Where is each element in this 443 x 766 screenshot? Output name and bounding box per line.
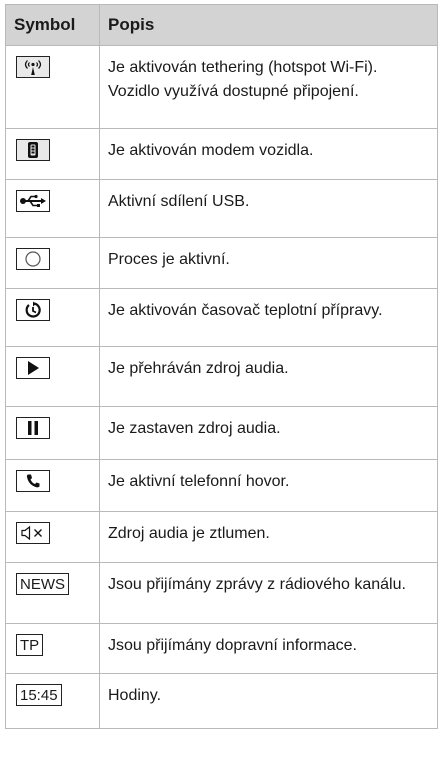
row-description: Je aktivní telefonní hovor.	[99, 459, 438, 512]
row-description: Proces je aktivní.	[99, 237, 438, 289]
pause-icon	[16, 417, 50, 439]
tp-icon: TP	[16, 634, 44, 656]
clock-icon: 15:45	[16, 684, 62, 706]
table-row: 15:45 Hodiny.	[5, 673, 438, 729]
header-symbol: Symbol	[5, 4, 100, 46]
row-description: Je aktivován časovač teplotní přípravy.	[99, 288, 438, 347]
row-description: Je aktivován tethering (hotspot Wi-Fi). …	[99, 45, 438, 129]
table-row: Je přehráván zdroj audia.	[5, 346, 438, 407]
row-description: Aktivní sdílení USB.	[99, 179, 438, 238]
table-row: Zdroj audia je ztlumen.	[5, 511, 438, 563]
table-row: NEWS Jsou přijímány zprávy z rádiového k…	[5, 562, 438, 624]
row-description: Je zastaven zdroj audia.	[99, 406, 438, 460]
table-row: Je aktivován modem vozidla.	[5, 128, 438, 180]
row-description: Je přehráván zdroj audia.	[99, 346, 438, 407]
row-description: Jsou přijímány zprávy z rádiového kanálu…	[99, 562, 438, 624]
mute-icon	[16, 522, 50, 544]
row-description: Hodiny.	[99, 673, 438, 729]
row-description: Je aktivován modem vozidla.	[99, 128, 438, 180]
row-description: Zdroj audia je ztlumen.	[99, 511, 438, 563]
vehicle-modem-icon	[16, 139, 50, 161]
table-row: Aktivní sdílení USB.	[5, 179, 438, 238]
usb-icon	[16, 190, 50, 212]
header-description: Popis	[99, 4, 438, 46]
table-row: Proces je aktivní.	[5, 237, 438, 289]
table-row: Je zastaven zdroj audia.	[5, 406, 438, 460]
symbol-table: Symbol Popis Je aktivován tethering (hot…	[5, 4, 438, 729]
table-row: TP Jsou přijímány dopravní informace.	[5, 623, 438, 674]
process-active-icon	[16, 248, 50, 270]
climate-timer-icon	[16, 299, 50, 321]
table-header-row: Symbol Popis	[5, 4, 438, 46]
table-row: Je aktivní telefonní hovor.	[5, 459, 438, 512]
news-icon: NEWS	[16, 573, 69, 595]
phone-call-icon	[16, 470, 50, 492]
play-icon	[16, 357, 50, 379]
row-description: Jsou přijímány dopravní informace.	[99, 623, 438, 674]
table-row: Je aktivován tethering (hotspot Wi-Fi). …	[5, 45, 438, 129]
table-row: Je aktivován časovač teplotní přípravy.	[5, 288, 438, 347]
tethering-hotspot-icon	[16, 56, 50, 78]
